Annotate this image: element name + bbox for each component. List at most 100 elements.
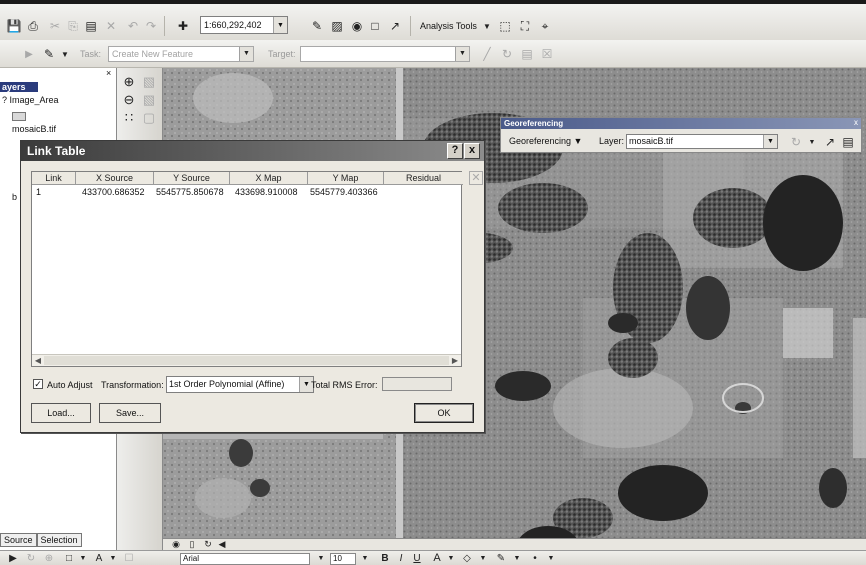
draw-toolbar: ▶ ↻ ⊕ □ ▼ A ▼ ☐ Arial ▼ 10 ▼ B I U A ▼ ◇…	[0, 550, 866, 565]
close-button[interactable]: x	[464, 143, 480, 159]
full-extent-icon[interactable]: ▢	[141, 110, 157, 126]
link-table-grid[interactable]: Link X Source Y Source X Map Y Map Resid…	[31, 171, 463, 367]
georeferencing-toolbar: Georeferencing x Georeferencing ▼ Layer:…	[500, 117, 862, 153]
rotate-tool-icon[interactable]: ↻	[498, 44, 516, 64]
help-button[interactable]: ?	[447, 143, 463, 159]
delete-icon[interactable]: ✕	[102, 16, 120, 36]
fixed-zoom-out-icon[interactable]: ▧	[141, 92, 157, 108]
attributes-icon[interactable]: ▤	[518, 44, 536, 64]
edit-vertices-icon[interactable]: ☐	[120, 548, 138, 565]
toc-title: ayers	[0, 82, 38, 92]
fixed-zoom-in-icon[interactable]: ▧	[141, 74, 157, 90]
zoom-in-icon[interactable]: ⊕	[121, 74, 137, 90]
toc-partial-label: b	[12, 192, 18, 202]
total-rms-label: Total RMS Error:	[311, 380, 378, 390]
split-tool-icon[interactable]: ╱	[478, 44, 496, 64]
view-link-table-icon[interactable]: ▤	[839, 132, 857, 152]
chevron-down-icon[interactable]: ▼	[478, 16, 496, 36]
save-icon[interactable]: 💾	[5, 16, 23, 36]
map-scale-value: 1:660,292,402	[204, 20, 262, 30]
toc-layer-mosaic[interactable]: mosaicB.tif	[12, 124, 56, 134]
tab-selection[interactable]: Selection	[36, 533, 82, 547]
column-header-y-source[interactable]: Y Source	[154, 172, 230, 185]
rotate-icon[interactable]: ↻	[22, 548, 40, 565]
transformation-select[interactable]: 1st Order Polynomial (Affine) ▼	[166, 376, 314, 393]
font-size-combo[interactable]: 10	[330, 553, 356, 565]
close-icon[interactable]: ×	[106, 68, 111, 78]
whats-this-icon[interactable]: ↗	[386, 16, 404, 36]
chevron-down-icon[interactable]: ▼	[542, 548, 560, 565]
chevron-down-icon[interactable]: ▼	[239, 47, 253, 61]
redo-icon[interactable]: ↷	[142, 16, 160, 36]
load-button[interactable]: Load...	[31, 403, 91, 423]
add-control-points-icon[interactable]: ↗	[821, 132, 839, 152]
layer-combo[interactable]: mosaicB.tif ▼	[626, 134, 778, 149]
row-1-x-map[interactable]: 433698.910008	[235, 187, 298, 197]
task-value: Create New Feature	[112, 49, 194, 59]
georeferencing-title: Georeferencing	[501, 118, 861, 129]
row-1-y-map[interactable]: 5545779.403366	[310, 187, 378, 197]
column-header-link[interactable]: Link	[32, 172, 76, 185]
chevron-down-icon[interactable]: ▼	[56, 44, 74, 64]
add-data-icon[interactable]: ✚	[174, 16, 192, 36]
underline-icon[interactable]: U	[408, 548, 426, 565]
pan-icon[interactable]: ∷	[121, 110, 137, 126]
row-1-y-source[interactable]: 5545775.850678	[156, 187, 224, 197]
sketch-properties-icon[interactable]: ☒	[538, 44, 556, 64]
row-1-link[interactable]: 1	[36, 187, 41, 197]
undo-icon[interactable]: ↶	[124, 16, 142, 36]
chevron-down-icon[interactable]: ▼	[803, 132, 821, 152]
total-rms-value	[382, 377, 452, 391]
arctoolbox-icon[interactable]: ▨	[328, 16, 346, 36]
toc-layer-image-area[interactable]: ? Image_Area	[2, 95, 59, 105]
column-header-residual[interactable]: Residual	[384, 172, 463, 185]
link-table-dialog: Link Table ? x Link X Source Y Source X …	[20, 140, 485, 433]
task-combo[interactable]: Create New Feature ▼	[108, 46, 254, 62]
column-header-y-map[interactable]: Y Map	[308, 172, 384, 185]
chevron-down-icon[interactable]: ▼	[273, 17, 287, 33]
zoom-whole-page-icon[interactable]: ⊕	[40, 548, 58, 565]
tab-source[interactable]: Source	[0, 533, 37, 547]
select-elements-icon[interactable]: ⬚	[496, 16, 514, 36]
chevron-down-icon[interactable]: ▼	[455, 47, 469, 61]
delete-link-button[interactable]: ✕	[469, 171, 483, 185]
arccatalog-icon[interactable]: ◉	[348, 16, 366, 36]
command-line-icon[interactable]: □	[366, 16, 384, 36]
horizontal-scrollbar[interactable]: ◀ ▶	[32, 354, 461, 366]
zoom-out-icon[interactable]: ⊖	[121, 92, 137, 108]
crosshair-icon[interactable]: ⌖	[536, 16, 554, 36]
scroll-right-icon[interactable]: ▶	[449, 355, 461, 366]
map-scale-combo[interactable]: 1:660,292,402 ▼	[200, 16, 288, 34]
georeferencing-menu[interactable]: Georeferencing ▼	[509, 136, 582, 146]
paste-icon[interactable]: ▤	[82, 16, 100, 36]
edit-tool-icon[interactable]: ▶	[20, 44, 38, 64]
save-button[interactable]: Save...	[99, 403, 161, 423]
chevron-down-icon[interactable]: ▼	[763, 135, 777, 148]
chevron-down-icon[interactable]: ▼	[474, 548, 492, 565]
chevron-down-icon[interactable]: ▼	[312, 548, 330, 565]
select-elements-icon[interactable]: ▶	[4, 548, 22, 565]
scroll-thumb[interactable]	[44, 356, 449, 365]
close-icon[interactable]: x	[854, 118, 858, 127]
analysis-tools-menu[interactable]: Analysis Tools	[420, 21, 477, 31]
font-name-combo[interactable]: Arial	[180, 553, 310, 565]
print-icon[interactable]: ⎙	[24, 16, 42, 36]
cut-icon[interactable]: ✂	[46, 16, 64, 36]
font-size-value: 10	[333, 554, 342, 563]
row-1-x-source[interactable]: 433700.686352	[82, 187, 145, 197]
chevron-down-icon[interactable]: ▼	[508, 548, 526, 565]
column-header-x-source[interactable]: X Source	[76, 172, 154, 185]
editor-toolbar-icon[interactable]: ✎	[308, 16, 326, 36]
auto-adjust-label: Auto Adjust	[47, 380, 93, 390]
main-toolbar: 💾 ⎙ ✂ ⎘ ▤ ✕ ↶ ↷ ✚ 1:660,292,402 ▼ ✎ ▨ ◉ …	[0, 4, 866, 40]
auto-adjust-checkbox[interactable]: ✓	[33, 379, 43, 389]
scroll-left-icon[interactable]: ◀	[32, 355, 44, 366]
copy-icon[interactable]: ⎘	[64, 16, 82, 36]
column-header-x-map[interactable]: X Map	[230, 172, 308, 185]
target-combo[interactable]: ▼	[300, 46, 470, 62]
zoom-extent-icon[interactable]: ⛶	[516, 16, 534, 36]
chevron-down-icon[interactable]: ▼	[356, 548, 374, 565]
georeferencing-menu-label: Georeferencing	[509, 136, 572, 146]
ok-button[interactable]: OK	[414, 403, 474, 423]
transformation-label: Transformation:	[101, 380, 164, 390]
